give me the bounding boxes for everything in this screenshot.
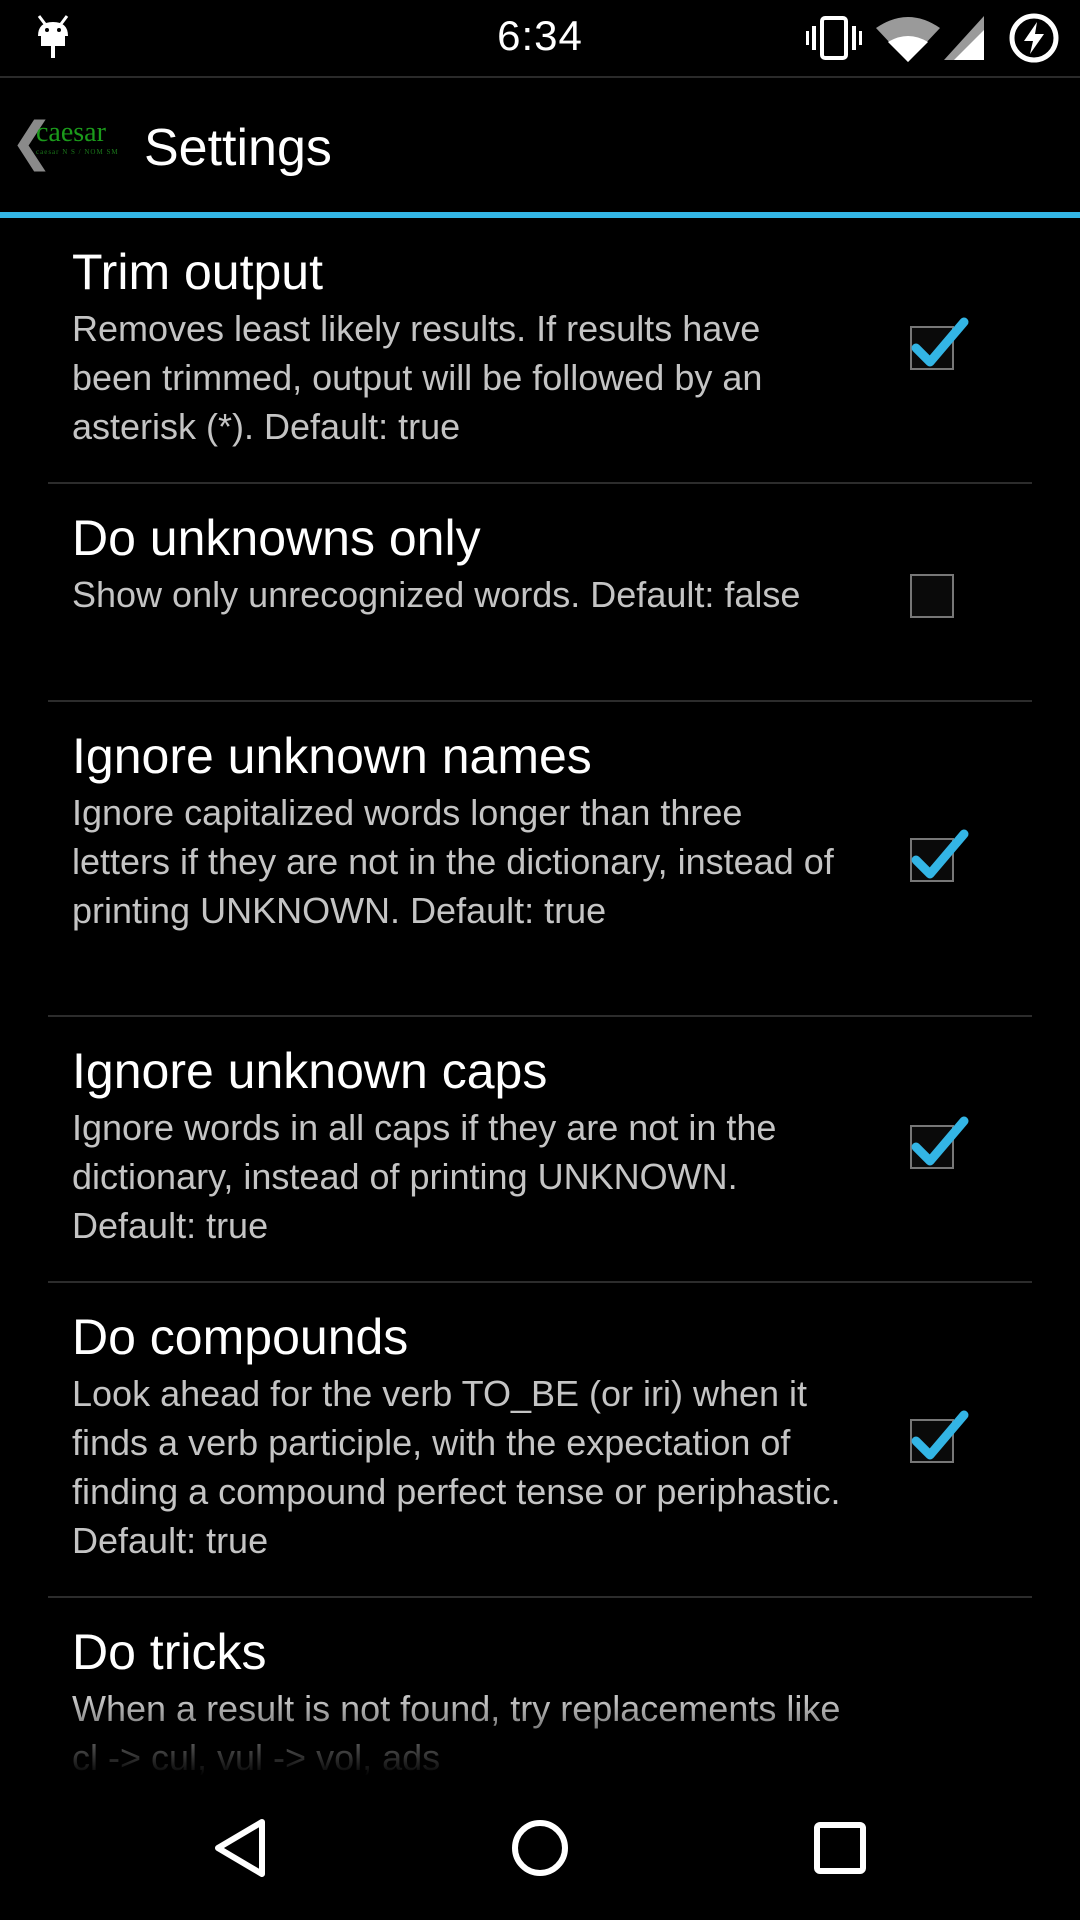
- home-icon[interactable]: [504, 1812, 576, 1884]
- list-fade-edge: [0, 1700, 1080, 1776]
- app-logo-text: caesar: [36, 117, 106, 148]
- pref-checkbox[interactable]: [910, 317, 969, 370]
- app-logo[interactable]: caesar caesar N S / NOM SM: [36, 118, 132, 174]
- recents-icon[interactable]: [804, 1812, 876, 1884]
- page-title: Settings: [144, 119, 332, 177]
- pref-title: Ignore unknown caps: [72, 1043, 548, 1099]
- checkmark-icon: [911, 317, 969, 367]
- pref-summary: Ignore words in all caps if they are not…: [72, 1107, 777, 1246]
- checkmark-icon: [911, 829, 969, 879]
- status-bar: 6:34: [0, 0, 1080, 76]
- action-bar: ❮ caesar caesar N S / NOM SM Settings: [0, 78, 1080, 214]
- app-logo-subtext: caesar N S / NOM SM: [36, 148, 119, 156]
- checkmark-icon: [911, 1410, 969, 1460]
- pref-title: Ignore unknown names: [72, 728, 592, 784]
- pref-title: Do compounds: [72, 1309, 409, 1365]
- pref-checkbox[interactable]: [910, 1410, 969, 1463]
- pref-do-unknowns-only[interactable]: Do unknowns only Show only unrecognized …: [0, 484, 1080, 702]
- pref-checkbox[interactable]: [910, 574, 954, 618]
- checkmark-icon: [911, 1116, 969, 1166]
- pref-do-compounds[interactable]: Do compounds Look ahead for the verb TO_…: [0, 1283, 1080, 1598]
- pref-title: Do unknowns only: [72, 510, 481, 566]
- pref-trim-output[interactable]: Trim output Removes least likely results…: [0, 218, 1080, 484]
- pref-checkbox[interactable]: [910, 829, 969, 882]
- navigation-bar: [0, 1776, 1080, 1920]
- settings-screen: 6:34 ❮ caesar caesar N S / NOM SM Settin: [0, 0, 1080, 1920]
- pref-checkbox[interactable]: [910, 1116, 969, 1169]
- wifi-icon: [876, 17, 940, 62]
- vibrate-icon: [806, 16, 862, 60]
- cell-signal-icon: [944, 16, 984, 60]
- battery-charging-icon: [1009, 13, 1059, 63]
- pref-title: Trim output: [72, 244, 324, 300]
- pref-summary: Look ahead for the verb TO_BE (or iri) w…: [72, 1373, 841, 1561]
- pref-summary: Removes least likely results. If results…: [72, 308, 763, 447]
- back-icon[interactable]: [204, 1812, 276, 1884]
- pref-ignore-unknown-names[interactable]: Ignore unknown names Ignore capitalized …: [0, 702, 1080, 1017]
- pref-ignore-unknown-caps[interactable]: Ignore unknown caps Ignore words in all …: [0, 1017, 1080, 1283]
- pref-summary: Show only unrecognized words. Default: f…: [72, 574, 801, 615]
- pref-summary: Ignore capitalized words longer than thr…: [72, 792, 834, 931]
- pref-title: Do tricks: [72, 1624, 267, 1680]
- preference-list[interactable]: Trim output Removes least likely results…: [0, 218, 1080, 1776]
